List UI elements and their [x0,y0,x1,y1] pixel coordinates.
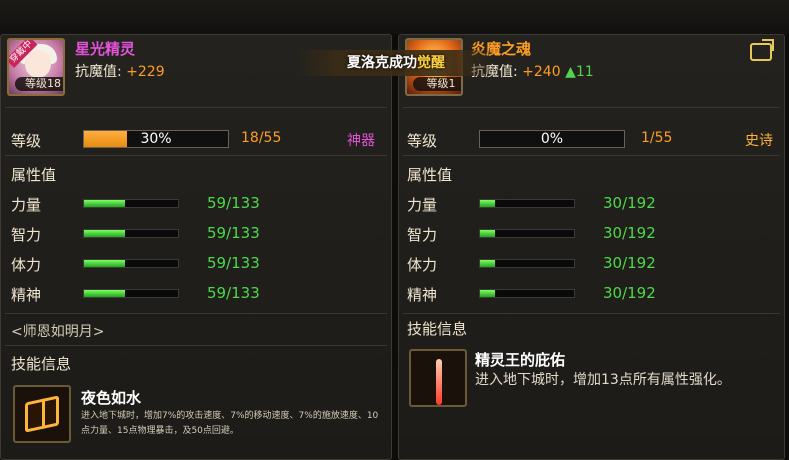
attr-bar-fill [84,230,126,237]
attr-bar-vit [479,259,575,268]
attr-label-spr: 精神 [11,286,42,304]
attr-value-spr: 30/192 [603,284,656,302]
right-spirit-panel: 等级1 炎魔之魂 抗魔值: +240 ▲11 等级 0% 1/55 史诗 属性值… [398,34,785,460]
skill-title: 技能信息 [11,355,72,373]
attr-bar-int [479,229,575,238]
level-label: 等级 [407,132,438,150]
divider [403,313,780,314]
attr-label-int: 智力 [407,226,438,244]
grade-badge: 史诗 [745,133,773,149]
attr-bar-fill [480,200,496,207]
spirit-portrait[interactable]: 穿戴中 等级18 [7,38,65,96]
attr-bar-spr [479,289,575,298]
attr-label-vit: 体力 [11,256,42,274]
level-percent: 30% [140,131,172,147]
skill-description: 进入地下城时，增加13点所有属性强化。 [475,372,731,388]
attr-bar-spr [83,289,179,298]
level-bar: 0% [479,130,625,148]
attr-value-spr: 59/133 [207,284,260,302]
resist-line: 抗魔值: +229 [75,61,165,81]
resist-value: +240 [522,64,561,80]
attr-bar-fill [84,200,126,207]
attr-bar-fill [480,290,496,297]
attr-value-vit: 59/133 [207,254,260,272]
divider [5,155,387,156]
attr-value-int: 59/133 [207,224,260,242]
spirit-tagline: <师恩如明月> [11,324,105,340]
attr-bar-fill [480,230,496,237]
attr-value-str: 59/133 [207,194,260,212]
level-bar: 30% [83,130,229,148]
skill-description: 进入地下城时，增加7%的攻击速度、7%的移动速度、7%的施放速度、10点力量、1… [81,411,379,436]
level-label: 等级 [11,132,42,150]
attr-value-vit: 30/192 [603,254,656,272]
awaken-banner: 夏洛克成功觉醒 [296,50,496,76]
attr-title: 属性值 [11,166,57,184]
attr-label-str: 力量 [11,196,42,214]
banner-highlight: 觉醒 [417,55,445,71]
portrait-level: 等级1 [413,77,461,91]
left-spirit-panel: 穿戴中 等级18 星光精灵 抗魔值: +229 等级 30% 18/55 神器 … [0,34,392,460]
attr-label-int: 智力 [11,226,42,244]
light-beam-icon[interactable] [409,349,467,407]
divider [403,107,780,108]
resist-value: +229 [126,64,165,80]
attr-label-spr: 精神 [407,286,438,304]
resist-label: 抗魔值: [75,64,122,80]
attr-bar-fill [84,290,126,297]
divider [403,155,780,156]
beam-core-shape [436,359,442,405]
attr-value-int: 30/192 [603,224,656,242]
attr-bar-fill [84,260,126,267]
attr-title: 属性值 [407,166,453,184]
top-strip [0,0,789,34]
share-icon[interactable] [750,43,772,61]
attr-value-str: 30/192 [603,194,656,212]
divider [5,107,387,108]
skill-title: 技能信息 [407,320,468,338]
spirit-name: 星光精灵 [75,40,136,58]
portrait-level: 等级18 [15,77,63,91]
attr-bar-int [83,229,179,238]
skill-name: 夜色如水 [81,389,142,407]
level-count: 1/55 [641,130,673,146]
grade-badge: 神器 [347,133,375,149]
divider [5,345,387,346]
attr-bar-vit [83,259,179,268]
attr-label-vit: 体力 [407,256,438,274]
book-icon[interactable] [13,385,71,443]
attr-bar-fill [480,260,496,267]
resist-increase: ▲11 [565,64,594,80]
skill-name: 精灵王的庇佑 [475,351,566,369]
attr-label-str: 力量 [407,196,438,214]
book-shape [25,395,59,433]
face-shape [25,50,51,78]
attr-bar-str [479,199,575,208]
attr-bar-str [83,199,179,208]
divider [5,313,387,314]
level-percent: 0% [540,131,564,147]
level-count: 18/55 [241,130,282,146]
banner-text: 夏洛克成功 [347,55,417,71]
